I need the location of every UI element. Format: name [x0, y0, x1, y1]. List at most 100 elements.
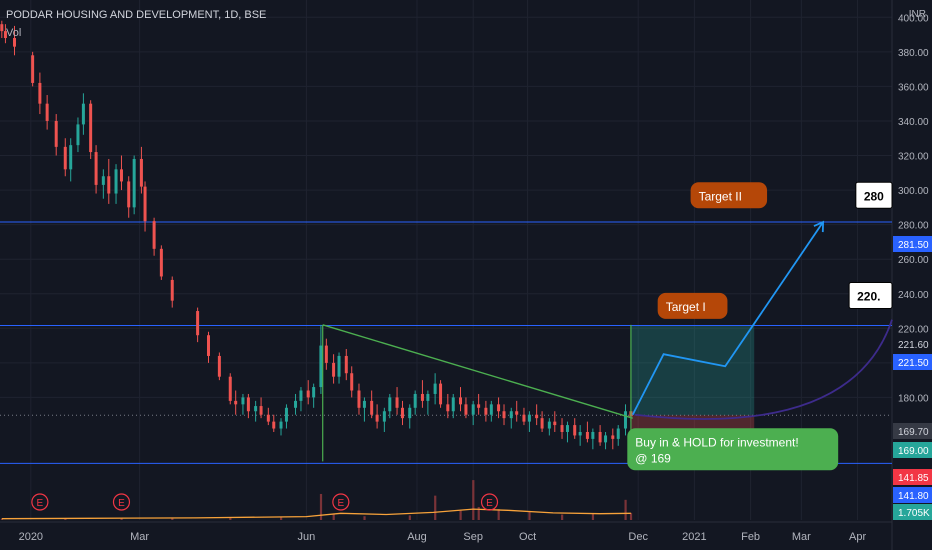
candle-body[interactable] [598, 431, 602, 443]
candle-body[interactable] [324, 345, 328, 363]
candle-body[interactable] [266, 414, 270, 422]
candle-body[interactable] [38, 82, 42, 104]
candle-body[interactable] [565, 425, 569, 432]
candle-body[interactable] [616, 428, 620, 439]
candle-body[interactable] [357, 390, 361, 408]
candle-body[interactable] [433, 383, 437, 394]
candle-body[interactable] [502, 411, 506, 419]
candle-body[interactable] [81, 103, 85, 125]
candle-body[interactable] [94, 152, 98, 185]
candle-body[interactable] [464, 404, 468, 415]
candle-body[interactable] [319, 345, 323, 388]
candle-body[interactable] [45, 103, 49, 121]
candle-body[interactable] [152, 221, 156, 249]
candle-body[interactable] [604, 435, 608, 443]
candle-body[interactable] [439, 383, 443, 405]
candle-body[interactable] [76, 124, 80, 146]
candle-body[interactable] [344, 355, 348, 374]
candle-body[interactable] [585, 431, 589, 439]
candle-body[interactable] [139, 158, 143, 187]
price-chart[interactable]: Target II Target I Buy in & HOLD for inves… [0, 0, 932, 550]
candle-body[interactable] [54, 120, 58, 147]
candle-body[interactable] [69, 145, 73, 170]
candle-body[interactable] [13, 38, 17, 47]
candle-body[interactable] [350, 373, 354, 391]
candle-body[interactable] [408, 407, 412, 419]
callout-1[interactable]: Target I [657, 292, 728, 319]
candle-body[interactable] [515, 411, 519, 415]
candle-body[interactable] [294, 400, 298, 408]
candle-body[interactable] [382, 411, 386, 422]
candle-body[interactable] [477, 404, 481, 408]
candle-body[interactable] [459, 397, 463, 405]
symbol-title[interactable]: PODDAR HOUSING AND DEVELOPMENT, 1D, BSE [6, 9, 266, 21]
candle-body[interactable] [241, 397, 245, 405]
candle-body[interactable] [578, 431, 582, 436]
candle-body[interactable] [196, 311, 200, 336]
candle-body[interactable] [522, 414, 526, 422]
candle-body[interactable] [497, 404, 501, 412]
candle-body[interactable] [332, 362, 336, 377]
candle-body[interactable] [107, 176, 111, 194]
callout-4[interactable]: 220. [848, 281, 893, 309]
candle-body[interactable] [337, 355, 341, 377]
candle-body[interactable] [217, 355, 221, 377]
candle-body[interactable] [254, 406, 258, 412]
callout-0[interactable]: Target II [690, 182, 768, 209]
candle-body[interactable] [451, 397, 455, 412]
candle-body[interactable] [489, 404, 493, 415]
candle-body[interactable] [388, 397, 392, 412]
candle-body[interactable] [228, 376, 232, 401]
candle-body[interactable] [370, 400, 374, 415]
candle-body[interactable] [114, 169, 118, 194]
candle-body[interactable] [540, 418, 544, 429]
candle-body[interactable] [89, 103, 93, 153]
price-tick-label: 220.00 [898, 324, 929, 335]
candle-body[interactable] [484, 407, 488, 415]
callout-2[interactable]: Buy in & HOLD for investment! @ 169 [627, 428, 839, 471]
candle-body[interactable] [206, 335, 210, 356]
candle-body[interactable] [611, 435, 615, 439]
candle-body[interactable] [31, 55, 35, 83]
candle-body[interactable] [132, 158, 136, 208]
candle-body[interactable] [312, 387, 316, 398]
candle-body[interactable] [143, 186, 147, 222]
volume-indicator-label[interactable]: Vol [6, 27, 21, 39]
candle-body[interactable] [259, 406, 263, 415]
candle-body[interactable] [413, 393, 417, 408]
candle-body[interactable] [527, 414, 531, 422]
candle-body[interactable] [101, 176, 105, 185]
candle-body[interactable] [0, 24, 4, 32]
candle-body[interactable] [119, 169, 123, 182]
candle-body[interactable] [553, 421, 557, 426]
candle-body[interactable] [246, 397, 250, 412]
price-tick-label: 300.00 [898, 186, 929, 197]
candle-body[interactable] [573, 425, 577, 436]
candle-body[interactable] [306, 390, 310, 398]
candle-body[interactable] [591, 431, 595, 439]
candle-body[interactable] [362, 400, 366, 408]
candle-body[interactable] [509, 411, 513, 419]
candle-body[interactable] [159, 248, 163, 277]
candle-body[interactable] [63, 146, 67, 170]
candle-body[interactable] [471, 404, 475, 415]
candle-body[interactable] [547, 421, 551, 429]
candle-body[interactable] [400, 407, 404, 419]
candle-body[interactable] [395, 397, 399, 408]
candle-body[interactable] [426, 393, 430, 401]
candle-body[interactable] [170, 279, 174, 301]
candle-body[interactable] [446, 404, 450, 412]
candle-body[interactable] [299, 390, 303, 401]
long-position-profit-zone[interactable] [630, 325, 755, 416]
candle-body[interactable] [272, 421, 276, 429]
candle-body[interactable] [284, 407, 288, 422]
candle-body[interactable] [127, 181, 131, 208]
candle-body[interactable] [560, 425, 564, 432]
candle-body[interactable] [279, 421, 283, 429]
candle-body[interactable] [420, 393, 424, 401]
callout-3[interactable]: 280 [855, 181, 893, 209]
candle-body[interactable] [375, 414, 379, 422]
candle-body[interactable] [234, 400, 238, 405]
candle-body[interactable] [623, 411, 627, 429]
candle-body[interactable] [535, 414, 539, 419]
